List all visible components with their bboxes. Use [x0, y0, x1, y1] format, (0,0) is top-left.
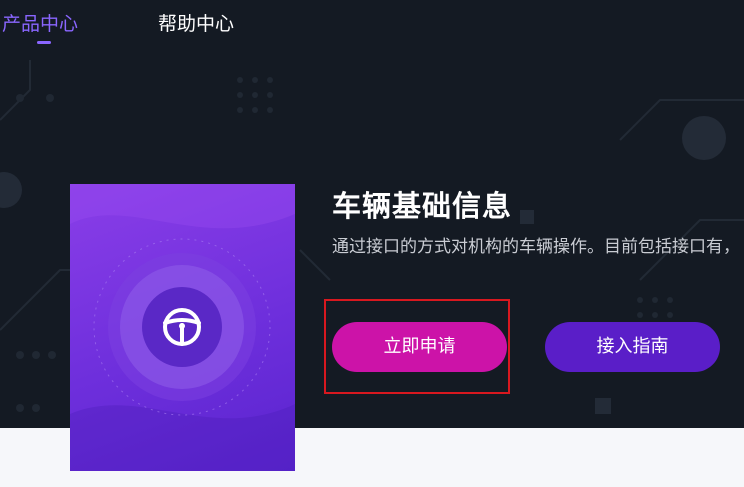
nav-active-indicator	[37, 41, 51, 44]
nav-product-center[interactable]: 产品中心	[2, 11, 78, 37]
access-guide-button[interactable]: 接入指南	[545, 322, 720, 372]
product-title: 车辆基础信息	[332, 189, 513, 223]
product-card-image	[70, 184, 295, 471]
product-description: 通过接口的方式对机构的车辆操作。目前包括接口有，	[332, 237, 740, 257]
apply-button[interactable]: 立即申请	[332, 322, 507, 372]
nav-help-center[interactable]: 帮助中心	[158, 11, 234, 37]
steering-wheel-icon	[163, 308, 201, 346]
